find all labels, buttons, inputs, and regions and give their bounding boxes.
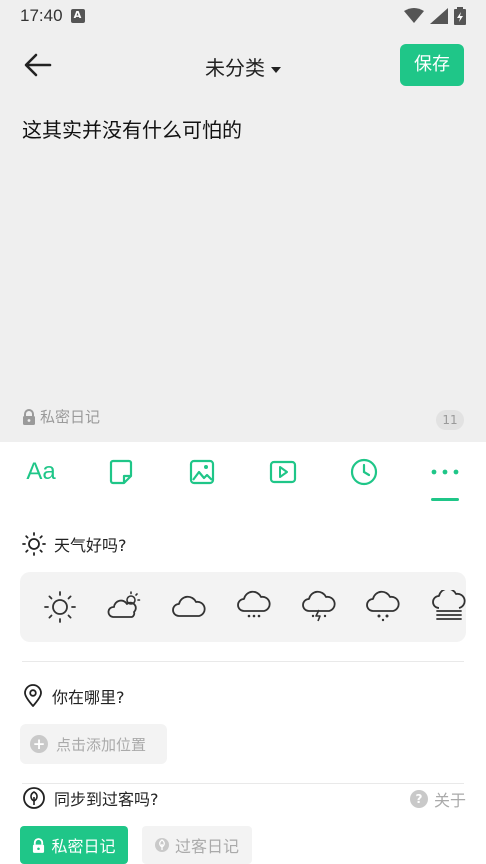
question-circle-icon: ? (409, 790, 428, 808)
editor-toolbar: Aa (0, 442, 486, 502)
font-style-button[interactable]: Aa (24, 456, 58, 488)
location-section-title: 你在哪里? (22, 684, 125, 708)
snow-icon[interactable] (366, 590, 400, 624)
private-diary-button[interactable]: 私密日记 (20, 826, 128, 864)
thunderstorm-icon[interactable] (302, 590, 336, 624)
battery-icon (454, 7, 466, 25)
leaf-circle-icon (23, 787, 45, 809)
partly-cloudy-icon[interactable] (107, 590, 141, 624)
guest-diary-button[interactable]: 过客日记 (142, 826, 252, 864)
note-icon (109, 459, 133, 485)
rain-icon[interactable] (237, 590, 271, 624)
plus-circle-icon: + (30, 735, 48, 753)
category-label: 未分类 (205, 56, 265, 80)
location-pin-icon (24, 684, 42, 707)
video-button[interactable] (266, 456, 300, 488)
sync-section-title: 同步到过客吗? (22, 786, 159, 810)
sync-question: 同步到过客吗? (54, 790, 159, 809)
add-location-label: 点击添加位置 (56, 735, 147, 754)
cloudy-icon[interactable] (172, 590, 206, 624)
leaf-icon (154, 838, 169, 852)
private-diary-label: 私密日记 (51, 837, 116, 856)
location-question: 你在哪里? (52, 688, 125, 707)
lock-icon (33, 837, 45, 853)
sunny-icon[interactable] (43, 590, 77, 624)
add-location-button[interactable]: + 点击添加位置 (20, 724, 167, 764)
divider (22, 661, 464, 662)
guest-diary-label: 过客日记 (174, 837, 239, 856)
note-button[interactable] (104, 456, 138, 488)
weather-picker (20, 572, 466, 642)
time-button[interactable] (347, 456, 381, 488)
lock-icon (23, 408, 35, 425)
diary-text-editor[interactable]: 这其实并没有什么可怕的 (22, 114, 462, 146)
signal-icon (430, 8, 448, 24)
active-tab-indicator (431, 498, 459, 501)
status-time: 17:40 (20, 6, 63, 25)
status-icons (404, 7, 466, 25)
char-count-badge: 11 (436, 410, 464, 430)
clock-icon (350, 458, 378, 486)
wifi-icon (404, 8, 424, 23)
more-button[interactable] (428, 456, 462, 488)
more-dots-icon (431, 469, 459, 475)
caret-down-icon (271, 66, 281, 73)
status-bar: 17:40 A (0, 0, 486, 32)
options-panel: Aa 天气好吗? 你在哪里? + 点击添加位置 同步到过客吗? ? 关于 私密日… (0, 442, 486, 864)
sun-outline-icon (22, 532, 46, 556)
image-button[interactable] (185, 456, 219, 488)
app-bar: 未分类 保存 (0, 32, 486, 98)
private-indicator: 私密日记 (22, 406, 100, 427)
notification-badge: A (70, 9, 85, 23)
video-icon (269, 460, 297, 484)
image-icon (189, 459, 215, 485)
private-indicator-label: 私密日记 (40, 408, 101, 426)
about-label: 关于 (433, 791, 466, 810)
weather-question: 天气好吗? (54, 536, 127, 555)
divider (22, 783, 464, 784)
weather-section-title: 天气好吗? (22, 532, 127, 556)
save-button[interactable]: 保存 (400, 44, 464, 86)
fog-icon[interactable] (432, 590, 466, 624)
about-link[interactable]: ? 关于 (409, 787, 466, 811)
